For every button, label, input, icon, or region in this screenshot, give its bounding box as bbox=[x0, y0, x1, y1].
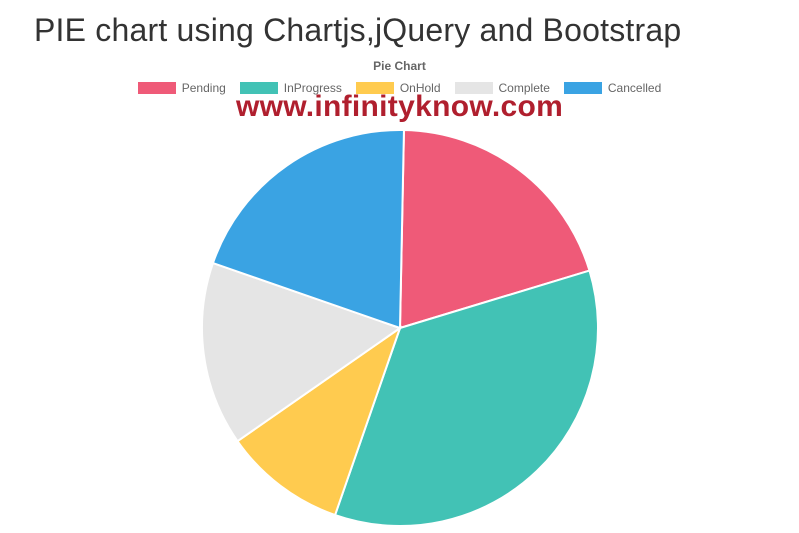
legend-swatch bbox=[138, 82, 176, 94]
legend-item-onhold[interactable]: OnHold bbox=[356, 81, 441, 95]
legend-swatch bbox=[356, 82, 394, 94]
watermark-text: www.infinityknow.com bbox=[236, 90, 563, 124]
chart-legend: Pending InProgress OnHold Complete Cance… bbox=[0, 81, 799, 95]
legend-swatch bbox=[564, 82, 602, 94]
page-title: PIE chart using Chartjs,jQuery and Boots… bbox=[0, 0, 799, 49]
legend-item-inprogress[interactable]: InProgress bbox=[240, 81, 342, 95]
legend-label: Complete bbox=[499, 81, 550, 95]
legend-label: InProgress bbox=[284, 81, 342, 95]
legend-label: Pending bbox=[182, 81, 226, 95]
legend-item-cancelled[interactable]: Cancelled bbox=[564, 81, 661, 95]
pie-chart bbox=[200, 128, 600, 528]
legend-label: Cancelled bbox=[608, 81, 661, 95]
legend-item-pending[interactable]: Pending bbox=[138, 81, 226, 95]
chart-subtitle: Pie Chart bbox=[0, 59, 799, 73]
legend-label: OnHold bbox=[400, 81, 441, 95]
pie-svg bbox=[200, 128, 600, 528]
legend-swatch bbox=[240, 82, 278, 94]
legend-item-complete[interactable]: Complete bbox=[455, 81, 550, 95]
legend-swatch bbox=[455, 82, 493, 94]
